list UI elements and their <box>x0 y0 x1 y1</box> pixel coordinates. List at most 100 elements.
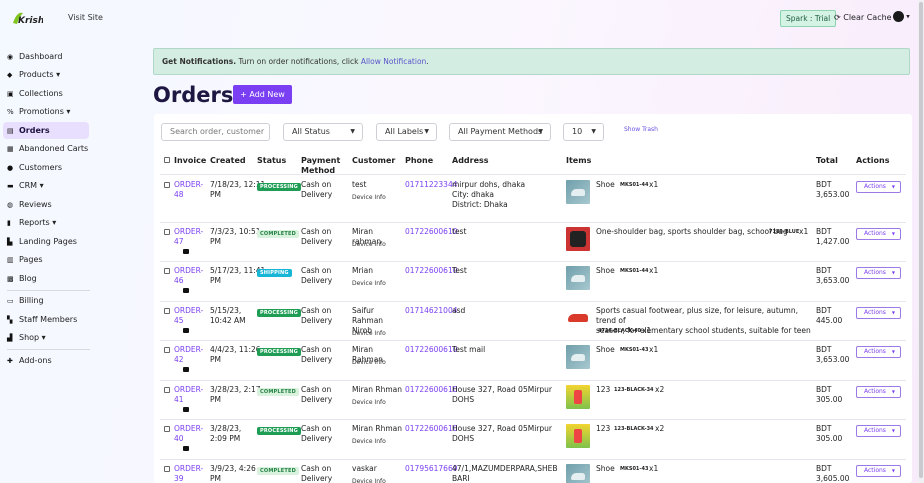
row-checkbox[interactable] <box>164 229 170 235</box>
user-menu[interactable]: ▾ <box>893 11 910 22</box>
device-info-link[interactable]: Device Info <box>352 241 386 248</box>
order-link[interactable]: ORDER- 45 <box>174 306 203 326</box>
sidebar-item-billing[interactable]: ▭ Billing <box>7 294 44 308</box>
phone-link[interactable]: 01711223344 <box>405 180 458 190</box>
row-checkbox[interactable] <box>164 347 170 353</box>
sidebar-item-abandoned-carts[interactable]: ▦ Abandoned Carts <box>7 142 88 156</box>
search-input[interactable]: Search order, customer <box>161 123 270 141</box>
order-link[interactable]: ORDER- 47 <box>174 227 203 247</box>
device-info-link[interactable]: Device Info <box>352 478 386 483</box>
row-checkbox[interactable] <box>164 466 170 472</box>
product-thumbnail[interactable] <box>566 464 590 483</box>
row-checkbox[interactable] <box>164 308 170 314</box>
row-checkbox[interactable] <box>164 182 170 188</box>
customer-name[interactable]: Mrian <box>352 266 404 276</box>
product-thumbnail[interactable] <box>566 424 590 448</box>
order-link[interactable]: ORDER- 48 <box>174 180 203 200</box>
chat-icon[interactable] <box>183 328 189 333</box>
actions-dropdown-button[interactable]: Actions ▼ <box>856 228 901 240</box>
sidebar-item-pages[interactable]: ▥ Pages <box>7 253 43 267</box>
order-link[interactable]: ORDER- 40 <box>174 424 203 444</box>
sidebar-item-promotions[interactable]: % Promotions ▾ <box>7 105 70 119</box>
sidebar-item-landing-pages[interactable]: ▙ Landing Pages <box>7 235 77 249</box>
status-badge[interactable]: PROCESSING <box>257 309 301 317</box>
device-info-link[interactable]: Device Info <box>352 399 386 406</box>
labels-filter[interactable]: All Labels ▼ <box>376 123 437 141</box>
order-link[interactable]: ORDER- 39 <box>174 464 203 483</box>
clear-cache-button[interactable]: ⟳ Clear Cache <box>834 13 892 22</box>
add-new-button[interactable]: + Add New <box>233 85 292 104</box>
chat-icon[interactable] <box>183 288 189 293</box>
sidebar-item-add-ons[interactable]: ✚ Add-ons <box>7 354 52 368</box>
status-badge[interactable]: COMPLETED <box>257 467 299 475</box>
sidebar-item-blog[interactable]: ▩ Blog <box>7 272 37 286</box>
row-checkbox[interactable] <box>164 387 170 393</box>
sidebar-item-shop[interactable]: ▟ Shop ▾ <box>7 331 46 345</box>
customer-name[interactable]: Miran Rhman <box>352 385 404 395</box>
sidebar-item-reports[interactable]: ▮ Reports ▾ <box>7 216 56 230</box>
sidebar-item-dashboard[interactable]: ◉ Dashboard <box>7 50 62 64</box>
product-thumbnail[interactable] <box>566 266 590 290</box>
product-thumbnail[interactable] <box>566 385 590 409</box>
actions-dropdown-button[interactable]: Actions ▼ <box>856 386 901 398</box>
phone-link[interactable]: 01722600610 <box>405 227 458 237</box>
visit-site-link[interactable]: Visit Site <box>68 13 103 22</box>
chat-icon[interactable] <box>183 367 189 372</box>
order-link[interactable]: ORDER- 42 <box>174 345 203 365</box>
sidebar-item-staff-members[interactable]: ▚ Staff Members <box>7 313 77 327</box>
product-thumbnail[interactable] <box>566 306 590 330</box>
row-checkbox[interactable] <box>164 426 170 432</box>
sidebar-item-reviews[interactable]: ◍ Reviews <box>7 198 52 212</box>
scrollbar-thumb[interactable] <box>919 2 923 478</box>
device-info-link[interactable]: Device Info <box>352 438 386 445</box>
status-badge[interactable]: COMPLETED <box>257 230 299 238</box>
order-link[interactable]: ORDER- 41 <box>174 385 203 405</box>
actions-dropdown-button[interactable]: Actions ▼ <box>856 181 901 193</box>
actions-dropdown-button[interactable]: Actions ▼ <box>856 267 901 279</box>
status-badge[interactable]: SHIPPING <box>257 269 292 277</box>
actions-dropdown-button[interactable]: Actions ▼ <box>856 465 901 477</box>
customer-name[interactable]: Miran Rhman <box>352 424 404 434</box>
phone-link[interactable]: 01722600610 <box>405 345 458 355</box>
chat-icon[interactable] <box>183 249 189 254</box>
status-badge[interactable]: PROCESSING <box>257 348 301 356</box>
sidebar-item-products[interactable]: ◆ Products ▾ <box>7 68 60 82</box>
product-thumbnail[interactable] <box>566 180 590 204</box>
actions-dropdown-button[interactable]: Actions ▼ <box>856 346 901 358</box>
per-page-select[interactable]: 10 ▼ <box>563 123 604 141</box>
chat-icon[interactable] <box>183 446 189 451</box>
sidebar-item-customers[interactable]: ● Customers <box>7 161 62 175</box>
show-trash-link[interactable]: Show Trash <box>624 126 658 133</box>
phone-link[interactable]: 01722600610 <box>405 266 458 276</box>
customer-name[interactable]: vaskar <box>352 464 404 474</box>
device-info-link[interactable]: Device Info <box>352 330 386 337</box>
product-thumbnail[interactable] <box>566 227 590 251</box>
customer-name[interactable]: test <box>352 180 404 190</box>
status-badge[interactable]: PROCESSING <box>257 427 301 435</box>
device-info-link[interactable]: Device Info <box>352 359 386 366</box>
sidebar-item-collections[interactable]: ▣ Collections <box>7 87 63 101</box>
scrollbar[interactable] <box>918 0 924 483</box>
phone-link[interactable]: 01795617669 <box>405 464 458 474</box>
phone-link[interactable]: 01714621004 <box>405 306 458 316</box>
phone-link[interactable]: 01722600610 <box>405 385 458 395</box>
chat-icon[interactable] <box>183 407 189 412</box>
status-badge[interactable]: PROCESSING <box>257 183 301 191</box>
actions-dropdown-button[interactable]: Actions ▼ <box>856 307 901 319</box>
device-info-link[interactable]: Device Info <box>352 194 386 201</box>
allow-notification-link[interactable]: Allow Notification <box>361 57 426 66</box>
actions-dropdown-button[interactable]: Actions ▼ <box>856 425 901 437</box>
payment-filter[interactable]: All Payment Methods ▼ <box>449 123 551 141</box>
product-thumbnail[interactable] <box>566 345 590 369</box>
order-link[interactable]: ORDER- 46 <box>174 266 203 286</box>
select-all-checkbox[interactable] <box>164 157 170 163</box>
row-checkbox[interactable] <box>164 268 170 274</box>
status-filter[interactable]: All Status ▼ <box>283 123 363 141</box>
sidebar-item-orders[interactable]: ▤ Orders <box>3 122 89 139</box>
status-badge[interactable]: COMPLETED <box>257 388 299 396</box>
plan-badge[interactable]: Spark : Trial <box>780 10 837 27</box>
device-info-link[interactable]: Device Info <box>352 280 386 287</box>
phone-link[interactable]: 01722600610 <box>405 424 458 434</box>
krishi-logo[interactable]: Krishi <box>11 9 48 27</box>
sidebar-item-crm[interactable]: ▬ CRM ▾ <box>7 179 44 193</box>
